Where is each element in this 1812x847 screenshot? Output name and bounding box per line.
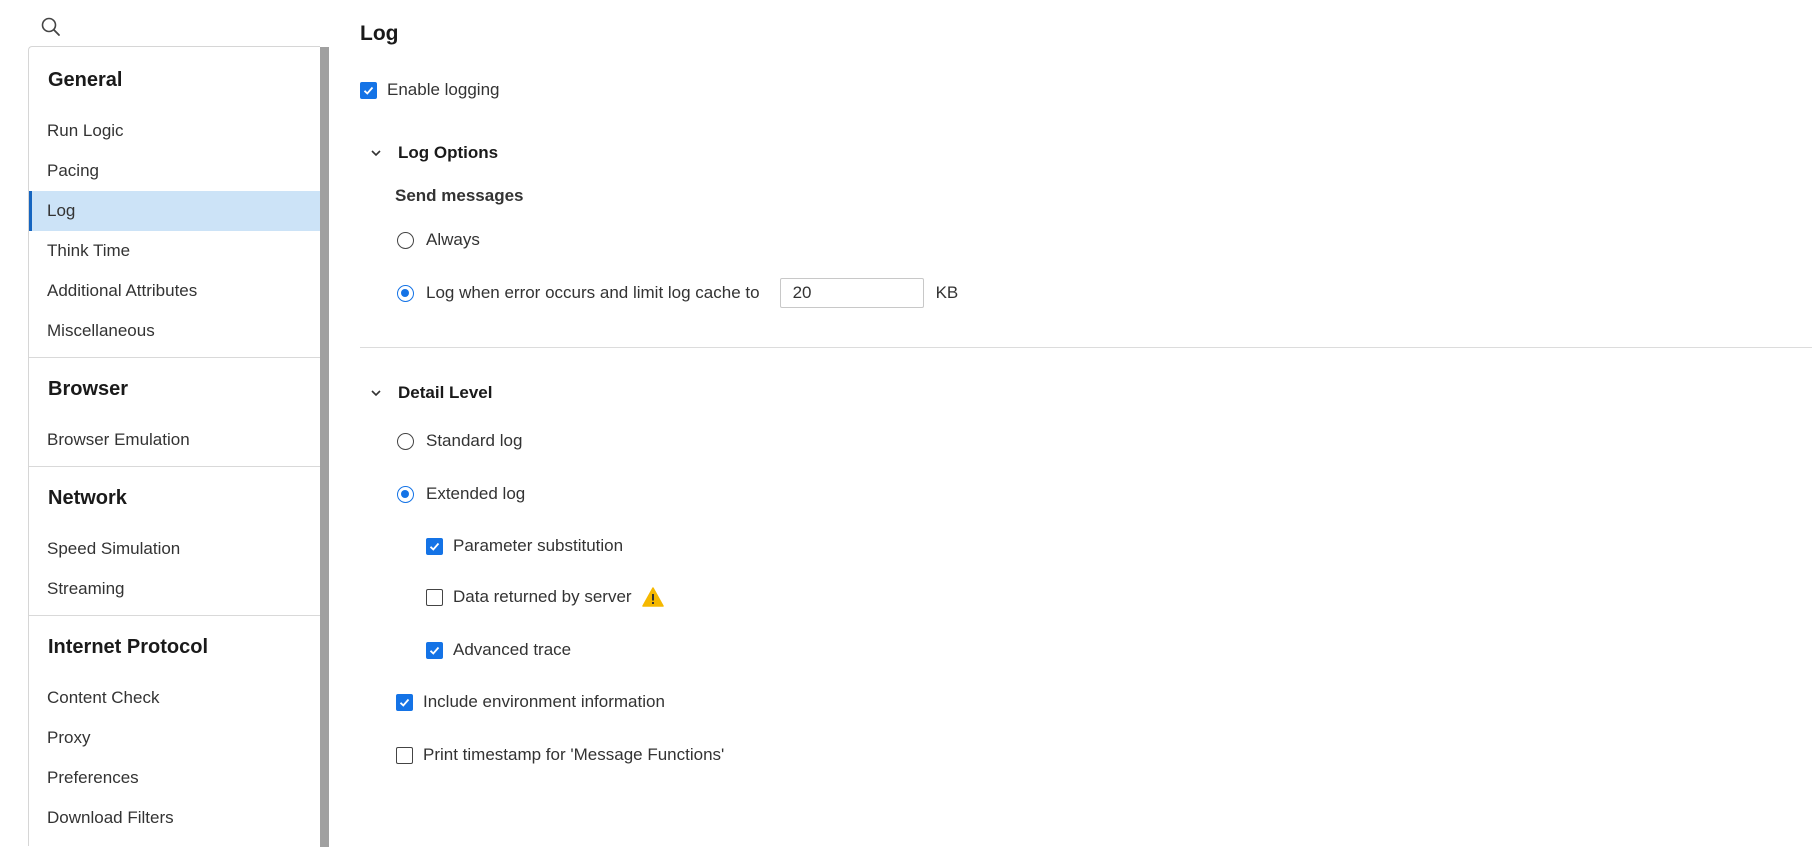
print-timestamp-label: Print timestamp for 'Message Functions' (423, 745, 725, 764)
always-label: Always (426, 230, 480, 249)
sidebar-item-proxy[interactable]: Proxy (29, 718, 320, 758)
sidebar-item-additional-attributes[interactable]: Additional Attributes (29, 271, 320, 311)
chevron-down-icon (371, 390, 381, 397)
page-title: Log (360, 22, 399, 45)
data-returned-label: Data returned by server (453, 587, 632, 606)
nav-heading-general: General (48, 69, 123, 91)
sidebar-item-speed-simulation[interactable]: Speed Simulation (29, 529, 320, 569)
include-environment-label: Include environment information (423, 692, 665, 711)
search-icon[interactable] (40, 16, 62, 38)
warning-icon (641, 587, 664, 607)
always-option-row: Always (397, 230, 480, 250)
check-icon (363, 86, 374, 95)
detail-level-header[interactable]: Detail Level (368, 383, 493, 403)
sidebar-item-streaming[interactable]: Streaming (29, 569, 320, 609)
sidebar-item-pacing[interactable]: Pacing (29, 151, 320, 191)
log-options-header[interactable]: Log Options (368, 143, 498, 163)
extended-log-row: Extended log (397, 484, 525, 504)
advanced-trace-label: Advanced trace (453, 640, 572, 659)
sidebar-item-browser-emulation[interactable]: Browser Emulation (29, 420, 320, 460)
send-messages-heading: Send messages (395, 186, 524, 205)
log-cache-size-input[interactable] (779, 278, 924, 308)
log-on-error-label: Log when error occurs and limit log cach… (426, 283, 760, 302)
standard-log-row: Standard log (397, 431, 522, 451)
sidebar-item-miscellaneous[interactable]: Miscellaneous (29, 311, 320, 351)
cache-unit-label: KB (935, 283, 959, 302)
check-icon (399, 698, 410, 707)
on-error-option-row: Log when error occurs and limit log cach… (397, 278, 958, 308)
include-environment-row: Include environment information (396, 692, 665, 712)
nav-heading-internet-protocol: Internet Protocol (48, 636, 209, 658)
include-environment-checkbox[interactable] (396, 693, 413, 711)
sidebar-item-run-logic[interactable]: Run Logic (29, 111, 320, 151)
nav-heading-browser: Browser (48, 378, 129, 400)
enable-logging-label: Enable logging (387, 80, 500, 99)
nav-group-browser: Browser Browser Emulation (29, 358, 320, 467)
extended-log-radio[interactable] (397, 485, 414, 503)
chevron-down-icon (371, 150, 381, 157)
parameter-substitution-checkbox[interactable] (426, 537, 443, 555)
advanced-trace-row: Advanced trace (426, 640, 571, 660)
print-timestamp-checkbox[interactable] (396, 746, 413, 764)
enable-logging-row: Enable logging (360, 80, 499, 100)
enable-logging-checkbox[interactable] (360, 81, 377, 99)
check-icon (429, 646, 440, 655)
standard-log-label: Standard log (426, 431, 523, 450)
parameter-substitution-row: Parameter substitution (426, 536, 623, 556)
sidebar-item-log[interactable]: Log (29, 191, 320, 231)
nav-group-general: General Run Logic Pacing Log Think Time … (29, 47, 320, 358)
always-radio[interactable] (397, 231, 414, 249)
sidebar-item-think-time[interactable]: Think Time (29, 231, 320, 271)
data-returned-row: Data returned by server (426, 587, 664, 607)
sidebar-item-content-check[interactable]: Content Check (29, 678, 320, 718)
print-timestamp-row: Print timestamp for 'Message Functions' (396, 745, 724, 765)
standard-log-radio[interactable] (397, 432, 414, 450)
section-divider (360, 347, 1812, 348)
log-options-title: Log Options (398, 143, 499, 162)
extended-log-label: Extended log (426, 484, 526, 503)
advanced-trace-checkbox[interactable] (426, 641, 443, 659)
log-settings-panel: Log Enable logging Log Options Send mess… (360, 0, 1812, 835)
check-icon (429, 542, 440, 551)
nav-group-internet-protocol: Internet Protocol Content Check Proxy Pr… (29, 616, 320, 844)
settings-sidebar: General Run Logic Pacing Log Think Time … (28, 46, 320, 846)
log-on-error-radio[interactable] (397, 284, 414, 302)
data-returned-checkbox[interactable] (426, 588, 443, 606)
sidebar-item-download-filters[interactable]: Download Filters (29, 798, 320, 838)
nav-group-network: Network Speed Simulation Streaming (29, 467, 320, 616)
detail-level-title: Detail Level (398, 383, 493, 402)
nav-heading-network: Network (48, 487, 127, 509)
sidebar-scrollbar[interactable] (320, 47, 329, 847)
parameter-substitution-label: Parameter substitution (453, 536, 624, 555)
sidebar-item-preferences[interactable]: Preferences (29, 758, 320, 798)
